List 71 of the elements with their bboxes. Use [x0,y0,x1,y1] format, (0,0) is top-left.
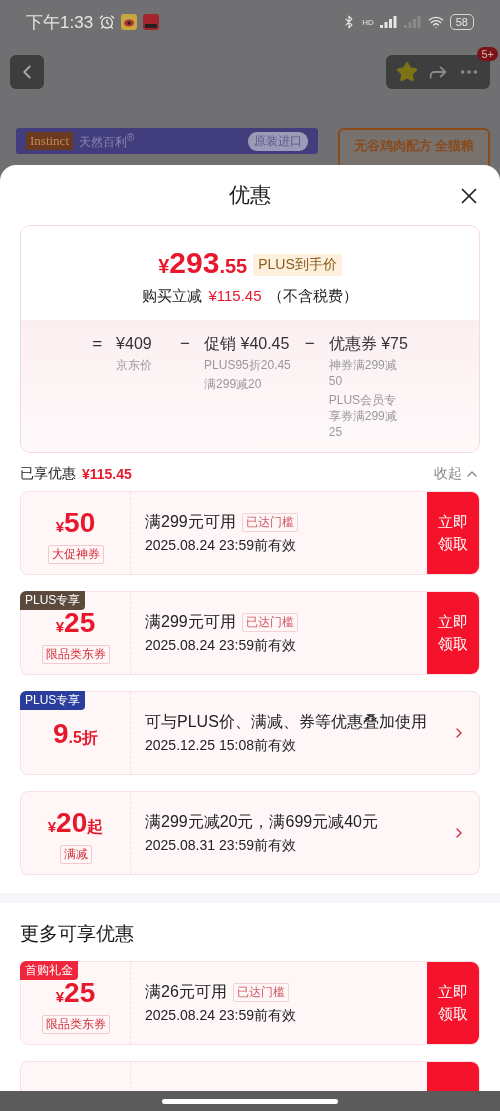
claim-button[interactable]: 立即领取 [427,962,479,1044]
coupon-condition: 满26元可用 [145,981,227,1002]
coupon-card[interactable]: PLUS专享 9.5折 可与PLUS价、满减、券等优惠叠加使用 2025.12.25 15:08前有效 [20,691,480,775]
saving-label: 购买立减 [142,287,203,306]
threshold-tag: 已达门槛 [232,982,289,1002]
alarm-icon [99,14,116,30]
back-button[interactable] [10,55,44,89]
enjoyed-label: 已享优惠 [20,465,76,483]
coupon-card[interactable]: 首购礼金 ¥25 限品类东券 满26元可用 已达门槛 2025.08.24 23:59前有效 立即领取 [20,961,480,1045]
coupon-card[interactable]: PLUS专享 ¥25 限品类东券 满299元可用 已达门槛 2025.08.24 23:59前有效 立即领取 [20,591,480,675]
term-note: PLUS会员专享券满299减25 [328,392,398,440]
claim-button[interactable]: 立即领取 [427,592,479,674]
star-icon[interactable] [396,61,419,83]
term-note: 神券满299减50 [328,357,398,389]
coupon-condition: 可与PLUS价、满减、券等优惠叠加使用 [145,711,427,732]
promo-title: 无谷鸡肉配方 全猫粮 [353,137,475,155]
enjoyed-amount: ¥115.45 [82,466,132,482]
coupon-amount: ¥50 [55,508,96,540]
operator-sign: − [304,334,315,355]
price-badge: PLUS到手价 [253,253,342,276]
section-title: 更多可享优惠 [19,922,135,946]
term-note: 京东价 [116,357,154,373]
home-indicator[interactable] [162,1098,338,1104]
coupon-expiry: 2025.08.31 23:59前有效 [145,836,297,855]
coupon-condition: 满299元可用 [145,511,236,532]
operator-sign: = [92,334,103,355]
status-time: 下午1:33 [26,11,94,34]
signal-icon [379,16,398,28]
coupon-expiry: 2025.08.24 23:59前有效 [145,636,297,655]
coupon-type: 限品类东券 [41,1015,110,1034]
saving-note: （不含税费） [267,287,358,306]
coupon-type: 大促神券 [47,545,104,564]
coupon-card[interactable]: ¥50 大促神券 满299元可用 已达门槛 2025.08.24 23:59前有效 立即领取 [20,491,480,575]
sheet-title: 优惠 [229,182,271,208]
claim-button[interactable]: 立即领取 [427,492,479,574]
coupon-card[interactable]: ¥20起 满减 满299元减20元，满699元减40元 2025.08.31 23:59前有效 [20,791,480,875]
collapse-button[interactable]: 收起 [434,465,480,483]
term-value: 促销 ¥40.45 [204,334,291,354]
eye-app-icon [121,14,138,30]
saving-amount: ¥115.45 [208,287,262,304]
coupon-expiry: 2025.08.24 23:59前有效 [145,536,297,555]
threshold-tag: 已达门槛 [241,512,298,532]
term-note: PLUS95折20.45 [204,357,291,373]
coupon-badge: 首购礼金 [20,961,78,980]
threshold-tag: 已达门槛 [241,612,298,632]
signal-icon [403,16,422,28]
coupon-condition: 满299元可用 [145,611,236,632]
wifi-icon [427,14,444,30]
app-icon [143,14,160,30]
coupon-badge: PLUS专享 [20,691,86,710]
origin-tag: 原装进口 [248,131,308,151]
coupon-amount: ¥25 [55,978,96,1010]
coupon-type: 满减 [59,845,92,864]
coupon-expiry: 2025.12.25 15:08前有效 [145,736,297,755]
battery-level: 58 [449,14,474,30]
term-value: 优惠券 ¥75 [328,334,408,354]
network-label: HD [362,17,374,27]
term-note: 满299减20 [204,376,263,392]
coupon-badge: PLUS专享 [20,591,86,610]
coupon-expiry: 2025.08.24 23:59前有效 [145,1006,297,1025]
brand-name: 天然百利$^{®}$ [79,131,136,151]
coupon-amount: ¥20起 [47,808,104,840]
final-price: ¥293.55 [158,246,248,281]
count-badge: 5+ [477,47,498,61]
coupon-amount: ¥25 [55,608,96,640]
coupon-type: 限品类东券 [41,645,110,664]
brand-logo: Instinct [26,132,73,150]
coupon-amount: 9.5折 [53,719,98,751]
term-value: ¥409 [116,334,153,354]
operator-sign: − [180,334,191,355]
coupon-condition: 满299元减20元，满699元减40元 [145,811,378,832]
